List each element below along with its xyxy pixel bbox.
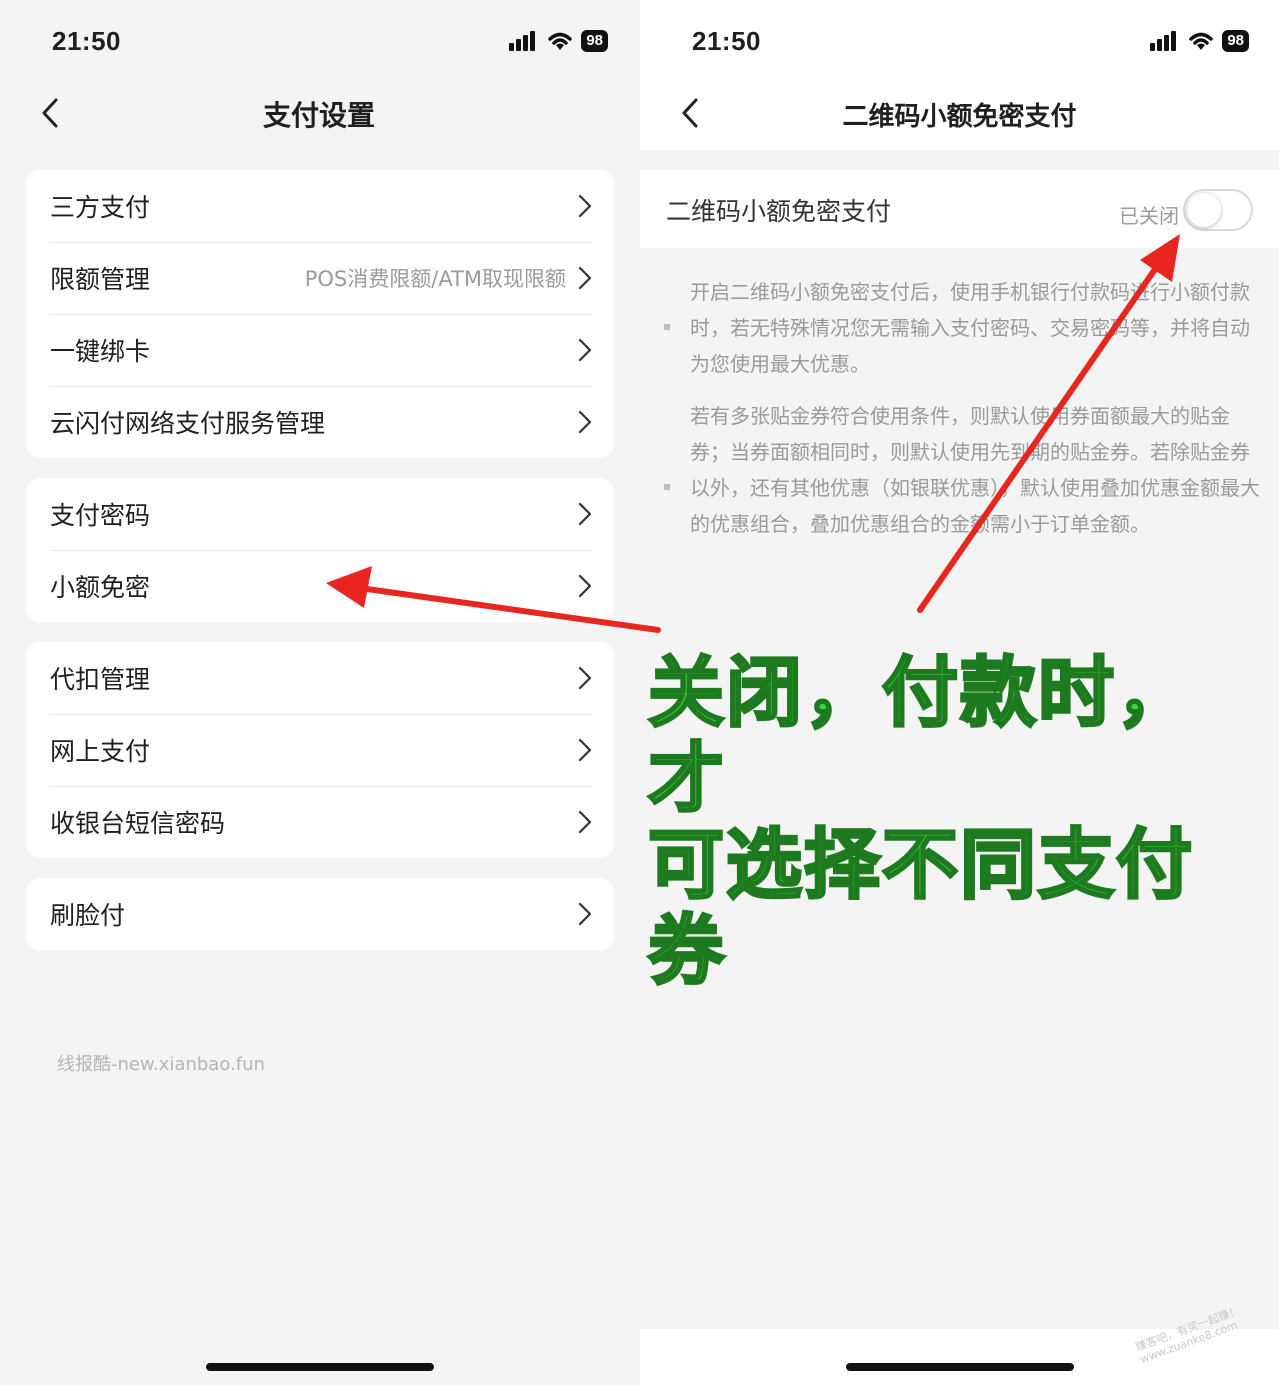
arrow-to-toggle bbox=[917, 234, 1180, 613]
annotation-callout: 关闭，付款时，才 可选择不同支付券 bbox=[647, 648, 1248, 995]
arrow-to-small-password-free bbox=[326, 566, 661, 633]
callout-line-1: 关闭，付款时，才 bbox=[647, 648, 1194, 823]
callout-line-2: 可选择不同支付券 bbox=[647, 820, 1194, 995]
